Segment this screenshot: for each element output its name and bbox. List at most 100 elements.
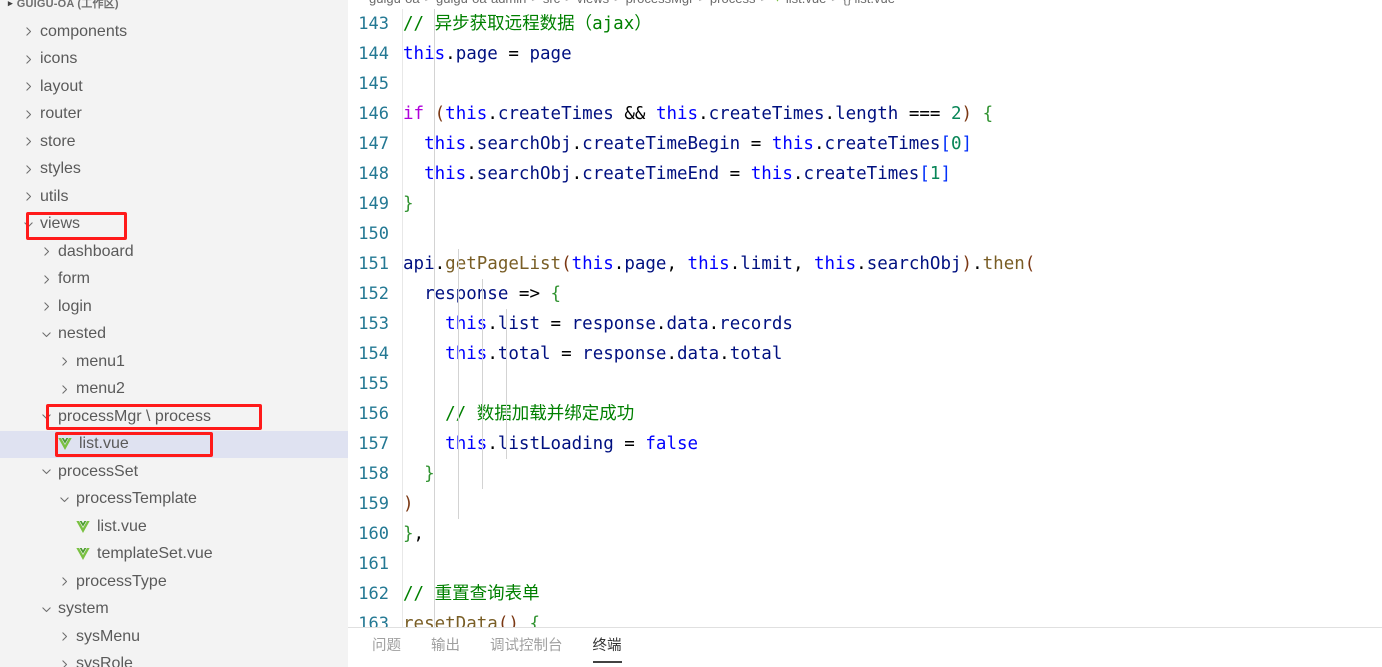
tree-folder-utils[interactable]: utils [0,183,348,211]
chevron-right-icon[interactable] [38,300,55,313]
code-line[interactable]: // 重置查询表单 [403,579,1382,609]
indent-guide [482,279,483,489]
chevron-right-icon[interactable] [56,383,73,396]
code-line[interactable]: } [403,189,1382,219]
code-line[interactable]: resetData() { [403,609,1382,627]
tree-folder-icons[interactable]: icons [0,46,348,74]
code-line[interactable]: this.total = response.data.total [403,339,1382,369]
breadcrumb-item[interactable]: views [577,0,610,6]
chevron-right-icon[interactable] [56,630,73,643]
tree-folder-processTemplate[interactable]: processTemplate [0,486,348,514]
tree-folder-sysRole[interactable]: sysRole [0,651,348,667]
tree-file-list-vue[interactable]: list.vue [0,513,348,541]
code-line[interactable]: if (this.createTimes && this.createTimes… [403,99,1382,129]
chevron-right-icon[interactable] [20,80,37,93]
code-line[interactable] [403,369,1382,399]
tree-folder-views[interactable]: views [0,211,348,239]
code-line[interactable]: } [403,459,1382,489]
chevron-right-icon[interactable] [20,108,37,121]
tree-item-label: dashboard [58,242,134,260]
tree-folder-form[interactable]: form [0,266,348,294]
breadcrumb-item[interactable]: processMgr [626,0,694,6]
chevron-right-icon[interactable] [20,25,37,38]
code-line[interactable]: this.searchObj.createTimeEnd = this.crea… [403,159,1382,189]
code-editor[interactable]: 143 144 145 146 147 148 149 150 151 152 153 154 155 1… [348,9,1382,627]
tree-folder-store[interactable]: store [0,128,348,156]
line-number: 155 [358,374,389,394]
tree-file-list-vue[interactable]: list.vue [0,430,348,458]
code-line[interactable]: // 异步获取远程数据（ajax） [403,9,1382,39]
breadcrumb[interactable]: guigu-oa > guigu-oa-admin > src > views > proces… [348,0,1382,9]
tree-folder-sysMenu[interactable]: sysMenu [0,623,348,651]
chevron-right-icon[interactable] [20,163,37,176]
code-line[interactable]: this.listLoading = false [403,429,1382,459]
panel-tab-0[interactable]: 问题 [368,632,405,663]
chevron-right-icon[interactable] [38,245,55,258]
chevron-right-icon[interactable] [56,575,73,588]
code-line[interactable] [403,549,1382,579]
tree-item-label: router [40,105,82,123]
explorer-workspace-header[interactable]: ▸ GUIGU-OA (工作区) [0,0,348,10]
code-line[interactable]: // 数据加载并绑定成功 [403,399,1382,429]
chevron-right-icon[interactable] [20,190,37,203]
code-line[interactable]: ) [403,489,1382,519]
tree-folder-processType[interactable]: processType [0,568,348,596]
chevron-down-icon[interactable] [56,493,73,506]
tree-item-label: views [40,215,81,233]
code-line[interactable]: this.page = page [403,39,1382,69]
tree-folder-login[interactable]: login [0,293,348,321]
code-line[interactable]: this.searchObj.createTimeBegin = this.cr… [403,129,1382,159]
chevron-down-icon[interactable] [38,410,55,423]
tree-item-label: system [58,600,109,618]
tree-item-label: menu2 [76,380,125,398]
tree-item-label: styles [40,160,81,178]
tree-file-templateSet-vue[interactable]: templateSet.vue [0,541,348,569]
chevron-right-icon[interactable] [20,53,37,66]
chevron-right-icon[interactable] [20,135,37,148]
panel-tab-3[interactable]: 终端 [589,632,626,663]
breadcrumb-separator: > [425,0,431,5]
tree-folder-styles[interactable]: styles [0,156,348,184]
breadcrumb-item[interactable]: list.vue [786,0,826,6]
line-number: 153 [358,314,389,334]
tree-folder-processSet[interactable]: processSet [0,458,348,486]
vue-file-icon [74,519,92,535]
tree-folder-processMgr-process[interactable]: processMgr \ process [0,403,348,431]
breadcrumb-item[interactable]: process [710,0,756,6]
breadcrumb-item[interactable]: guigu-oa [369,0,420,6]
breadcrumb-separator: > [760,0,766,5]
tree-item-label: templateSet.vue [97,545,213,563]
breadcrumb-item[interactable]: list.vue [854,0,894,6]
panel-tab-2[interactable]: 调试控制台 [486,632,567,663]
chevron-right-icon[interactable] [56,355,73,368]
breadcrumb-separator: > [531,0,537,5]
tree-folder-components[interactable]: components [0,18,348,46]
code-line[interactable]: response => { [403,279,1382,309]
chevron-right-icon[interactable] [38,273,55,286]
chevron-down-icon[interactable] [38,603,55,616]
code-line[interactable]: api.getPageList(this.page, this.limit, t… [403,249,1382,279]
chevron-down-icon[interactable] [38,328,55,341]
panel-tab-1[interactable]: 输出 [427,632,464,663]
chevron-down-icon[interactable] [20,218,37,231]
tree-folder-menu1[interactable]: menu1 [0,348,348,376]
code-line[interactable] [403,69,1382,99]
tree-item-label: list.vue [79,435,129,453]
tree-item-label: processSet [58,462,139,480]
code-lines[interactable]: // 异步获取远程数据（ajax） this.page = page if (th… [403,9,1382,627]
code-line[interactable] [403,219,1382,249]
tree-folder-nested[interactable]: nested [0,321,348,349]
tree-folder-router[interactable]: router [0,101,348,129]
code-line[interactable]: this.list = response.data.records [403,309,1382,339]
code-line[interactable]: }, [403,519,1382,549]
tree-folder-dashboard[interactable]: dashboard [0,238,348,266]
line-number: 151 [358,254,389,274]
tree-folder-menu2[interactable]: menu2 [0,376,348,404]
tree-folder-layout[interactable]: layout [0,73,348,101]
code-content-area[interactable]: // 异步获取远程数据（ajax） this.page = page if (th… [403,9,1382,627]
chevron-right-icon[interactable] [56,658,73,667]
breadcrumb-item[interactable]: guigu-oa-admin [436,0,526,6]
tree-folder-system[interactable]: system [0,596,348,624]
breadcrumb-item[interactable]: src [543,0,560,6]
chevron-down-icon[interactable] [38,465,55,478]
